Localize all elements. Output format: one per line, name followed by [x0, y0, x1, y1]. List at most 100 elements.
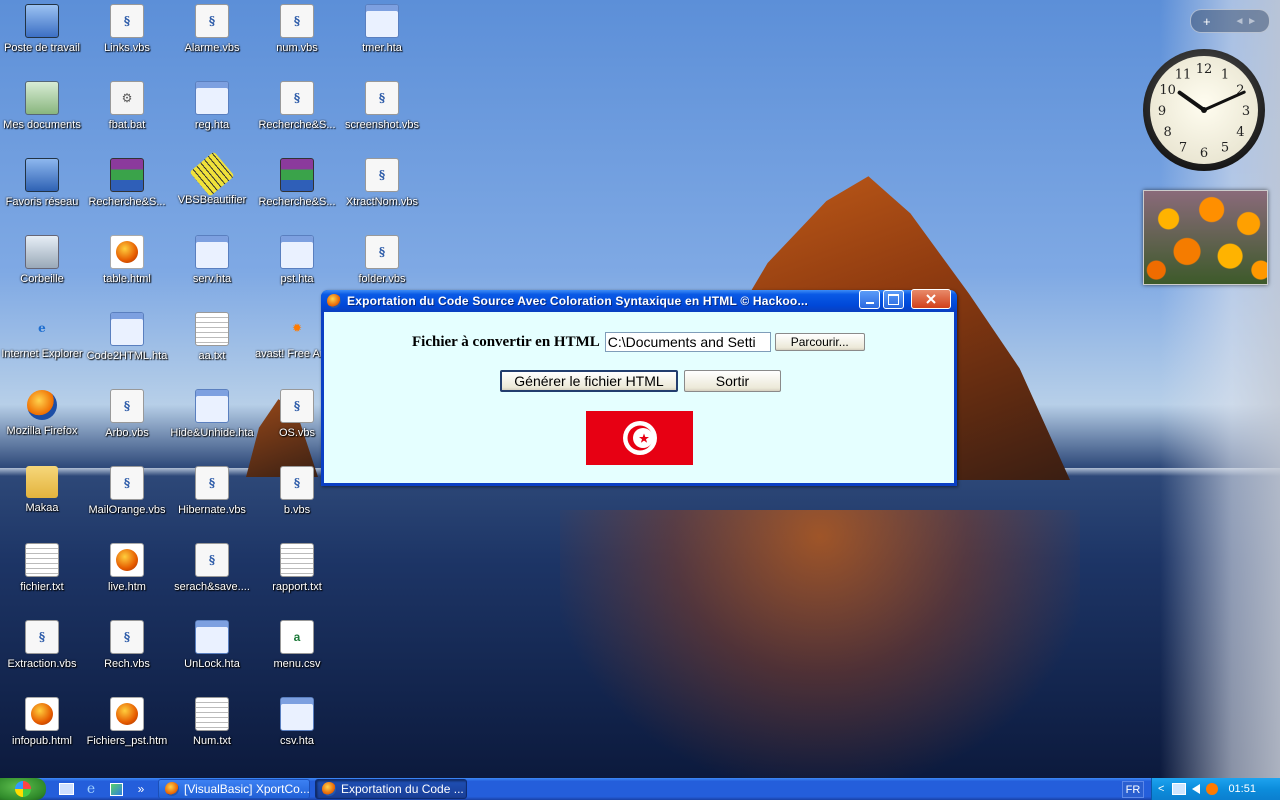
taskbar-button-firefox[interactable]: [VisualBasic] XportCo...: [158, 779, 310, 799]
desktop-icon[interactable]: Fichiers_pst.htm: [85, 697, 169, 748]
desktop-icon[interactable]: Poste de travail: [0, 4, 84, 55]
desktop-icon-label: live.htm: [108, 581, 146, 593]
html-file-icon: [110, 235, 144, 269]
desktop-icon[interactable]: csv.hta: [255, 697, 339, 748]
switch-windows-icon[interactable]: [108, 781, 124, 797]
window-titlebar[interactable]: Exportation du Code Source Avec Colorati…: [321, 289, 957, 312]
desktop-icon[interactable]: Corbeille: [0, 235, 84, 286]
taskbar-button-export-dialog[interactable]: Exportation du Code ...: [315, 779, 467, 799]
desktop-icon[interactable]: Recherche&S...: [255, 158, 339, 209]
desktop-icon[interactable]: VBSBeautifier: [170, 151, 254, 207]
desktop-icon[interactable]: rapport.txt: [255, 543, 339, 594]
file-path-input[interactable]: [604, 332, 771, 352]
desktop-icon-label: menu.csv: [273, 658, 321, 670]
desktop-icon[interactable]: § screenshot.vbs: [340, 81, 424, 132]
desktop-icon[interactable]: UnLock.hta: [170, 620, 254, 671]
desktop-icon-label: Mozilla Firefox: [6, 425, 78, 437]
avast-tray-icon[interactable]: [1206, 783, 1219, 795]
desktop-icon[interactable]: serv.hta: [170, 235, 254, 286]
hta-file-icon: [280, 697, 314, 731]
language-indicator[interactable]: FR: [1122, 781, 1144, 798]
clock-number: 7: [1179, 140, 1187, 155]
desktop-icon[interactable]: § Alarme.vbs: [170, 4, 254, 55]
desktop-icon[interactable]: Mes documents: [0, 81, 84, 132]
desktop-icon[interactable]: § MailOrange.vbs: [85, 466, 169, 517]
clock-number: 4: [1236, 125, 1244, 140]
desktop-icon[interactable]: infopub.html: [0, 697, 84, 748]
dialog-body: Fichier à convertir en HTML Parcourir...…: [324, 312, 954, 483]
desktop-icon[interactable]: § Recherche&S...: [255, 81, 339, 132]
quit-button[interactable]: Sortir: [684, 370, 781, 392]
clock-number: 6: [1200, 146, 1208, 161]
volume-icon[interactable]: [1192, 784, 1201, 794]
app-icon: [327, 294, 341, 308]
desktop-icon[interactable]: Recherche&S...: [85, 158, 169, 209]
minimize-icon: [865, 301, 874, 304]
taskbar: e » [VisualBasic] XportCo... Exportation…: [0, 778, 1280, 800]
browse-button[interactable]: Parcourir...: [774, 333, 865, 351]
hta-file-icon: [195, 81, 229, 115]
desktop-icon[interactable]: § num.vbs: [255, 4, 339, 55]
desktop-icon[interactable]: § serach&save....: [170, 543, 254, 594]
desktop-icon-label: Mes documents: [3, 119, 81, 131]
desktop-icon[interactable]: tmer.hta: [340, 4, 424, 55]
desktop-icon-label: XtractNom.vbs: [345, 196, 419, 208]
desktop-icon[interactable]: § Rech.vbs: [85, 620, 169, 671]
desktop-icon[interactable]: Favoris réseau: [0, 158, 84, 209]
desktop-icon[interactable]: Makaa: [0, 466, 84, 515]
desktop-icon[interactable]: Mozilla Firefox: [0, 389, 84, 438]
text-file-icon: [195, 312, 229, 346]
vbs-script-icon: §: [280, 81, 314, 115]
start-button[interactable]: [0, 778, 46, 800]
desktop-icon[interactable]: live.htm: [85, 543, 169, 594]
desktop-icon-label: rapport.txt: [272, 581, 322, 593]
windows-logo-icon: [15, 781, 31, 797]
generate-html-button[interactable]: Générer le fichier HTML: [500, 370, 678, 392]
internet-explorer-quicklaunch-icon[interactable]: e: [83, 781, 99, 797]
desktop-icon-label: Extraction.vbs: [7, 658, 77, 670]
desktop-icon-label: fichier.txt: [20, 581, 64, 593]
maximize-button[interactable]: [883, 290, 904, 309]
tray-expand-button[interactable]: <: [1158, 783, 1164, 795]
avast-icon: ✹: [291, 321, 303, 335]
minimize-button[interactable]: [859, 290, 880, 309]
quicklaunch-more-button[interactable]: »: [133, 781, 149, 797]
desktop-icon[interactable]: reg.hta: [170, 81, 254, 132]
desktop-icon[interactable]: § XtractNom.vbs: [340, 158, 424, 209]
clock-number: 3: [1242, 104, 1250, 119]
taskbar-button-label: Exportation du Code ...: [341, 782, 464, 796]
desktop-icon[interactable]: fichier.txt: [0, 543, 84, 594]
desktop-icon[interactable]: Num.txt: [170, 697, 254, 748]
desktop-icon[interactable]: e Internet Explorer: [0, 312, 84, 361]
desktop-icon[interactable]: table.html: [85, 235, 169, 286]
desktop-icon-label: VBSBeautifier: [177, 194, 247, 206]
vbs-script-icon: §: [365, 235, 399, 269]
desktop-icon[interactable]: § Links.vbs: [85, 4, 169, 55]
desktop-icon[interactable]: Code2HTML.hta: [85, 312, 169, 363]
close-button[interactable]: [911, 289, 951, 309]
desktop-icon[interactable]: pst.hta: [255, 235, 339, 286]
desktop-icon-label: Makaa: [25, 502, 59, 514]
desktop-icon[interactable]: § Extraction.vbs: [0, 620, 84, 671]
slideshow-gadget[interactable]: [1143, 190, 1268, 285]
network-icon[interactable]: [1172, 783, 1187, 795]
desktop-icon[interactable]: § Arbo.vbs: [85, 389, 169, 440]
desktop-icon[interactable]: § folder.vbs: [340, 235, 424, 286]
text-file-icon: [25, 543, 59, 577]
tunisia-flag-image: [586, 411, 693, 465]
gadget-nav-arrows[interactable]: ◄ ►: [1234, 16, 1257, 27]
desktop-icon-label: Recherche&S...: [258, 119, 336, 131]
clock-gadget[interactable]: 12 1234567891011: [1142, 48, 1266, 172]
desktop-icon-label: reg.hta: [194, 119, 230, 131]
hta-file-icon: [365, 4, 399, 38]
desktop-icon[interactable]: aa.txt: [170, 312, 254, 363]
show-desktop-icon[interactable]: [58, 781, 74, 797]
add-gadget-button[interactable]: +: [1203, 14, 1211, 29]
tray-clock[interactable]: 01:51: [1228, 783, 1256, 795]
desktop-icon[interactable]: ⚙ fbat.bat: [85, 81, 169, 132]
desktop-icon[interactable]: § Hibernate.vbs: [170, 466, 254, 517]
desktop-icon[interactable]: a menu.csv: [255, 620, 339, 671]
desktop-icon[interactable]: Hide&Unhide.hta: [170, 389, 254, 440]
desktop-icon-label: Rech.vbs: [104, 658, 150, 670]
desktop-icon-label: Favoris réseau: [5, 196, 79, 208]
